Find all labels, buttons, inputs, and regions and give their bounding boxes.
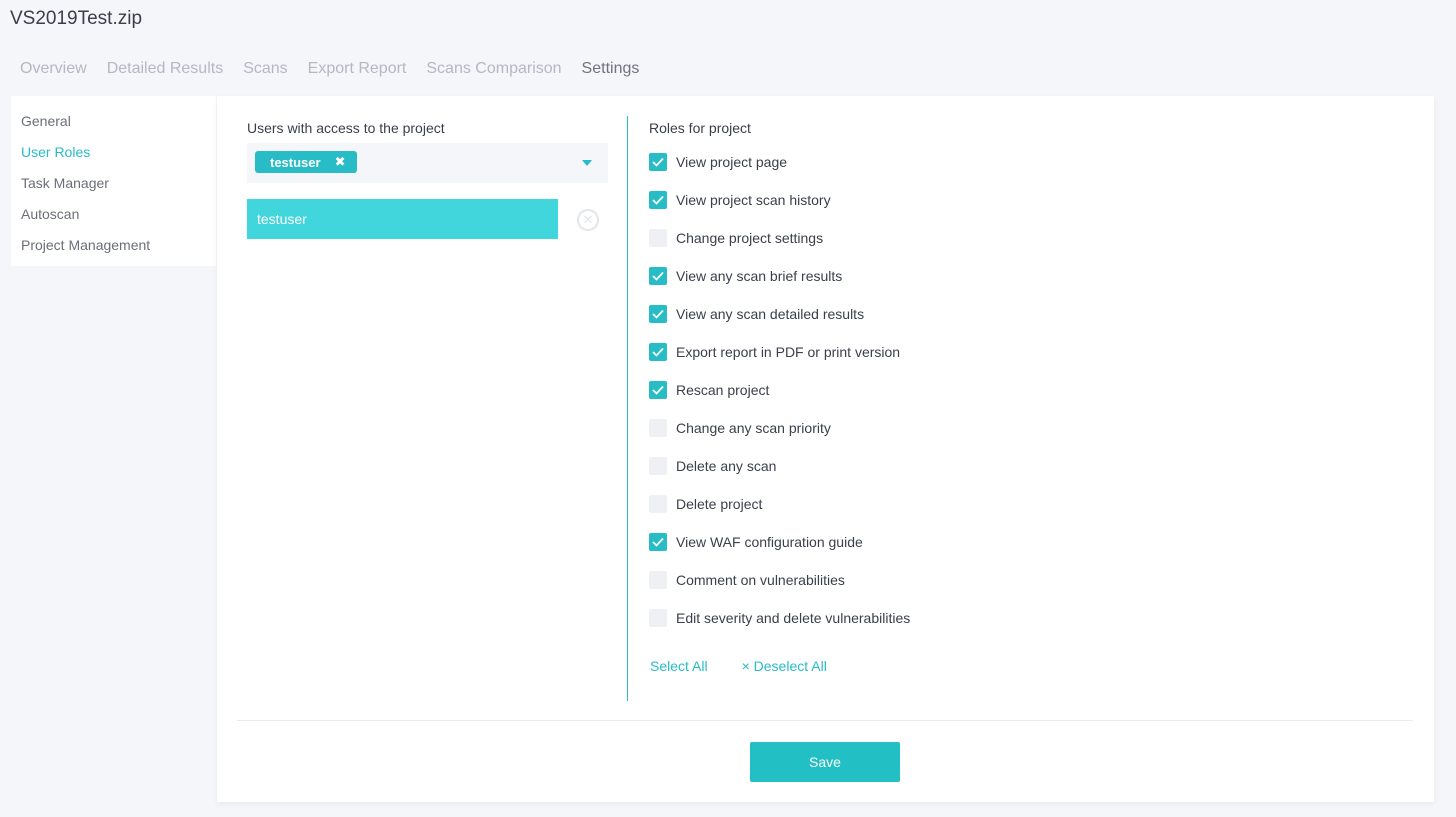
role-label: Export report in PDF or print version: [676, 344, 901, 360]
users-section-label: Users with access to the project: [247, 120, 445, 136]
save-button[interactable]: Save: [750, 742, 900, 782]
chip-remove-icon[interactable]: ✖: [335, 154, 346, 170]
role-label: Change project settings: [676, 230, 824, 246]
role-view-scan-detailed-results[interactable]: View any scan detailed results: [649, 305, 910, 343]
role-checkbox[interactable]: [649, 153, 667, 171]
remove-user-icon[interactable]: ✕: [577, 209, 599, 231]
role-label: Rescan project: [676, 382, 770, 398]
tab-settings[interactable]: Settings: [582, 60, 640, 78]
role-change-scan-priority[interactable]: Change any scan priority: [649, 419, 910, 457]
role-edit-severity[interactable]: Edit severity and delete vulnerabilities: [649, 609, 910, 647]
role-rescan-project[interactable]: Rescan project: [649, 381, 910, 419]
role-label: Delete any scan: [676, 458, 777, 474]
role-label: View any scan detailed results: [676, 306, 865, 322]
role-checkbox[interactable]: [649, 457, 667, 475]
role-view-project-page[interactable]: View project page: [649, 153, 910, 191]
column-divider: [627, 116, 628, 701]
role-checkbox[interactable]: [649, 571, 667, 589]
sidebar-item-project-management[interactable]: Project Management: [11, 234, 216, 265]
role-checkbox[interactable]: [649, 191, 667, 209]
footer-divider: [237, 720, 1413, 721]
role-checkbox[interactable]: [649, 343, 667, 361]
role-delete-project[interactable]: Delete project: [649, 495, 910, 533]
role-comment-vulnerabilities[interactable]: Comment on vulnerabilities: [649, 571, 910, 609]
role-label: View project scan history: [676, 192, 831, 208]
tab-export-report[interactable]: Export Report: [308, 60, 407, 78]
user-multiselect[interactable]: testuser ✖: [247, 143, 608, 183]
user-roles-panel: Users with access to the project testuse…: [217, 96, 1434, 802]
sidebar-item-task-manager[interactable]: Task Manager: [11, 172, 216, 203]
settings-sidebar: General User Roles Task Manager Autoscan…: [11, 96, 216, 266]
tab-overview[interactable]: Overview: [20, 60, 87, 78]
role-checkbox[interactable]: [649, 419, 667, 437]
project-title: VS2019Test.zip: [10, 8, 143, 29]
selected-user-chip: testuser ✖: [255, 151, 358, 173]
tab-scans[interactable]: Scans: [243, 60, 287, 78]
role-checkbox[interactable]: [649, 533, 667, 551]
role-label: Comment on vulnerabilities: [676, 572, 845, 588]
deselect-all-link[interactable]: × Deselect All: [742, 658, 827, 674]
dropdown-caret-icon[interactable]: [582, 160, 592, 166]
role-label: View WAF configuration guide: [676, 534, 863, 550]
role-checkbox[interactable]: [649, 267, 667, 285]
tab-bar: Overview Detailed Results Scans Export R…: [20, 60, 639, 78]
role-checkbox[interactable]: [649, 305, 667, 323]
chip-label: testuser: [270, 154, 321, 170]
tab-detailed-results[interactable]: Detailed Results: [107, 60, 224, 78]
role-view-waf-guide[interactable]: View WAF configuration guide: [649, 533, 910, 571]
role-checkbox[interactable]: [649, 229, 667, 247]
role-label: Delete project: [676, 496, 763, 512]
role-change-project-settings[interactable]: Change project settings: [649, 229, 910, 267]
role-checkbox[interactable]: [649, 495, 667, 513]
role-label: Change any scan priority: [676, 420, 831, 436]
bulk-select-actions: Select All × Deselect All: [650, 658, 827, 674]
sidebar-item-autoscan[interactable]: Autoscan: [11, 203, 216, 234]
role-delete-any-scan[interactable]: Delete any scan: [649, 457, 910, 495]
role-label: View any scan brief results: [676, 268, 843, 284]
role-label: Edit severity and delete vulnerabilities: [676, 610, 911, 626]
tab-scans-comparison[interactable]: Scans Comparison: [426, 60, 561, 78]
role-export-report[interactable]: Export report in PDF or print version: [649, 343, 910, 381]
roles-list: View project page View project scan hist…: [649, 153, 910, 647]
sidebar-item-general[interactable]: General: [11, 110, 216, 141]
roles-section-label: Roles for project: [649, 120, 751, 136]
user-list-item[interactable]: testuser: [247, 199, 558, 239]
role-checkbox[interactable]: [649, 609, 667, 627]
role-view-scan-brief-results[interactable]: View any scan brief results: [649, 267, 910, 305]
select-all-link[interactable]: Select All: [650, 658, 708, 674]
sidebar-item-user-roles[interactable]: User Roles: [11, 141, 216, 172]
role-label: View project page: [676, 154, 788, 170]
role-view-project-scan-history[interactable]: View project scan history: [649, 191, 910, 229]
role-checkbox[interactable]: [649, 381, 667, 399]
